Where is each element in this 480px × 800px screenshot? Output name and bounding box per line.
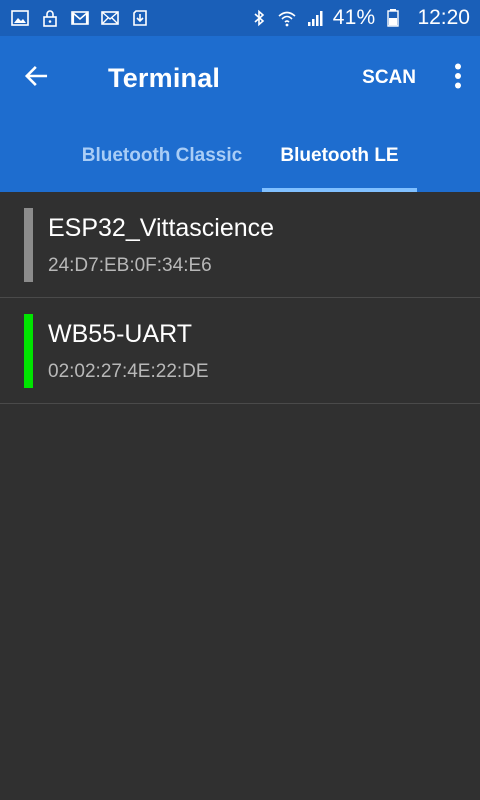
- battery-percent: 41%: [332, 6, 376, 29]
- device-item[interactable]: WB55-UART 02:02:27:4E:22:DE: [0, 298, 480, 404]
- system-icons: 41% 12:20: [249, 6, 470, 30]
- device-indicator: [24, 208, 33, 282]
- image-icon: [10, 8, 30, 28]
- tab-bluetooth-le[interactable]: Bluetooth LE: [262, 120, 417, 192]
- back-button[interactable]: [0, 36, 72, 120]
- device-indicator: [24, 314, 33, 388]
- device-address: 02:02:27:4E:22:DE: [48, 361, 209, 382]
- scan-button[interactable]: SCAN: [342, 36, 436, 120]
- bluetooth-icon: [249, 8, 269, 28]
- clock: 12:20: [417, 6, 470, 29]
- battery-icon: [383, 8, 403, 28]
- wifi-icon: [277, 8, 297, 28]
- device-name: WB55-UART: [48, 320, 193, 348]
- download-icon: [130, 8, 150, 28]
- mail-icon: [100, 8, 120, 28]
- tab-bluetooth-classic[interactable]: Bluetooth Classic: [62, 120, 262, 192]
- tab-bar: Bluetooth Classic Bluetooth LE: [0, 120, 480, 192]
- device-item[interactable]: ESP32_Vittascience 24:D7:EB:0F:34:E6: [0, 192, 480, 298]
- arrow-back-icon: [23, 63, 49, 94]
- lock-icon: [40, 8, 60, 28]
- overflow-menu-button[interactable]: [436, 36, 480, 120]
- app-bar: Terminal SCAN: [0, 36, 480, 120]
- page-title: Terminal: [108, 62, 221, 93]
- device-list: ESP32_Vittascience 24:D7:EB:0F:34:E6 WB5…: [0, 192, 480, 404]
- device-address: 24:D7:EB:0F:34:E6: [48, 255, 212, 276]
- device-name: ESP32_Vittascience: [48, 214, 275, 242]
- notification-icons: [10, 8, 150, 28]
- status-bar: 41% 12:20: [0, 0, 480, 36]
- signal-icon: [305, 8, 325, 28]
- gmail-icon: [70, 8, 90, 28]
- more-vert-icon: [454, 63, 462, 94]
